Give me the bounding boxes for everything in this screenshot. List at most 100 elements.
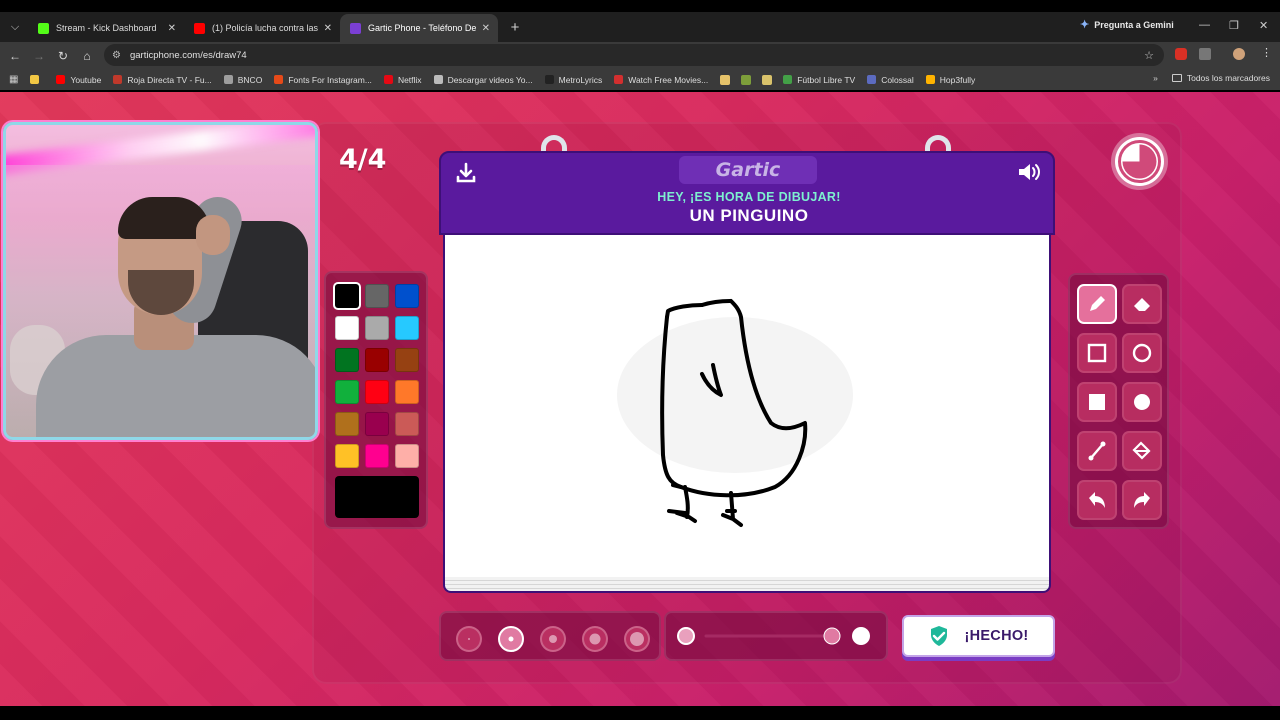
color-swatch[interactable] bbox=[365, 412, 389, 436]
reload-icon[interactable]: ↻ bbox=[51, 49, 75, 63]
profile-avatar[interactable] bbox=[1233, 48, 1245, 60]
color-swatch[interactable] bbox=[395, 284, 419, 308]
site-info-icon[interactable]: ⚙ bbox=[112, 50, 121, 61]
bookmark-item[interactable]: MetroLyrics bbox=[544, 74, 603, 85]
bookmark-favicon-icon bbox=[614, 75, 624, 84]
bookmark-item[interactable]: Fútbol Libre TV bbox=[783, 75, 855, 85]
current-color-preview bbox=[335, 476, 419, 518]
timer-icon bbox=[1118, 140, 1161, 183]
gemini-button[interactable]: ✦ Pregunta a Gemini bbox=[1080, 18, 1174, 31]
bookmark-item[interactable]: Fonts For Instagram... bbox=[274, 75, 372, 85]
bookmark-icon[interactable] bbox=[720, 74, 731, 85]
bucket-fill-tool-button[interactable] bbox=[1122, 431, 1162, 471]
done-button[interactable]: ¡HECHO! bbox=[902, 615, 1055, 657]
rectangle-filled-icon bbox=[1089, 394, 1105, 410]
bookmark-item[interactable]: BNCO bbox=[223, 75, 262, 85]
eraser-tool-button[interactable] bbox=[1122, 284, 1162, 324]
menu-kebab-icon[interactable]: ⋮ bbox=[1261, 46, 1272, 59]
color-swatch[interactable] bbox=[335, 316, 359, 340]
color-swatch[interactable] bbox=[395, 316, 419, 340]
brush-size-button[interactable] bbox=[624, 626, 650, 652]
color-swatch[interactable] bbox=[395, 348, 419, 372]
extensions-puzzle-icon[interactable] bbox=[1199, 48, 1211, 60]
brush-size-dot bbox=[468, 638, 470, 640]
close-window-icon[interactable]: ✕ bbox=[1259, 19, 1268, 32]
brush-size-button[interactable] bbox=[456, 626, 482, 652]
bookmark-label: MetroLyrics bbox=[558, 74, 603, 85]
bookmark-icon[interactable] bbox=[741, 74, 752, 85]
new-tab-button[interactable]: + bbox=[506, 18, 524, 36]
bookmark-item[interactable]: Descargar videos Yo... bbox=[433, 75, 533, 85]
color-swatch[interactable] bbox=[395, 444, 419, 468]
drawing-canvas[interactable] bbox=[443, 235, 1051, 581]
color-swatch[interactable] bbox=[335, 412, 359, 436]
home-icon[interactable]: ⌂ bbox=[75, 49, 99, 63]
ellipse-outline-tool-button[interactable] bbox=[1122, 333, 1162, 373]
apps-grid-icon[interactable]: ▦ bbox=[9, 74, 18, 85]
color-swatch[interactable] bbox=[365, 380, 389, 404]
kick-favicon-icon bbox=[38, 22, 49, 34]
brush-size-button[interactable] bbox=[540, 626, 566, 652]
brush-size-dot bbox=[508, 636, 514, 642]
forward-arrow-icon[interactable]: → bbox=[27, 49, 51, 63]
back-arrow-icon[interactable]: ← bbox=[3, 49, 27, 63]
bookmark-item[interactable] bbox=[30, 75, 44, 84]
bucket-fill-icon bbox=[1132, 441, 1151, 460]
browser-toolbar: ← → ↻ ⌂ ⚙ garticphone.com/es/draw74 ☆ ⋮ bbox=[0, 42, 1280, 69]
bookmark-icon[interactable] bbox=[762, 74, 773, 85]
color-swatch[interactable] bbox=[365, 316, 389, 340]
brush-size-panel bbox=[439, 611, 661, 661]
tab-search-chevron-icon[interactable]: ⌵ bbox=[2, 14, 28, 40]
tab-title: (1) Policía lucha contra las lágri bbox=[212, 23, 318, 33]
undo-button[interactable] bbox=[1077, 480, 1117, 520]
tab-youtube-video[interactable]: (1) Policía lucha contra las lágri ✕ bbox=[184, 14, 340, 42]
speaker-icon[interactable] bbox=[1017, 161, 1043, 183]
tab-close-icon[interactable]: ✕ bbox=[168, 23, 176, 34]
bookmark-favicon-icon bbox=[274, 75, 284, 84]
bookmark-item[interactable]: Watch Free Movies... bbox=[614, 75, 708, 85]
color-swatch[interactable] bbox=[365, 284, 389, 308]
bookmark-item[interactable]: Netflix bbox=[383, 74, 422, 85]
extension-icon[interactable] bbox=[1175, 48, 1187, 60]
color-swatch[interactable] bbox=[365, 348, 389, 372]
opacity-thumb[interactable] bbox=[823, 627, 841, 645]
gartic-favicon-icon bbox=[350, 22, 361, 34]
tab-close-icon[interactable]: ✕ bbox=[482, 23, 490, 34]
ellipse-filled-tool-button[interactable] bbox=[1122, 382, 1162, 422]
color-swatch[interactable] bbox=[365, 444, 389, 468]
brush-size-button[interactable] bbox=[498, 626, 524, 652]
opacity-slider[interactable] bbox=[666, 613, 886, 659]
bookmark-label: Youtube bbox=[70, 74, 102, 85]
tab-gartic-phone[interactable]: Gartic Phone - Teléfono Descon ✕ bbox=[340, 14, 498, 42]
color-swatch[interactable] bbox=[335, 444, 359, 468]
color-swatch[interactable] bbox=[395, 412, 419, 436]
restore-icon[interactable]: ❐ bbox=[1229, 19, 1239, 32]
color-swatch[interactable] bbox=[335, 348, 359, 372]
bookmark-item[interactable]: Hop3fully bbox=[925, 75, 975, 85]
redo-icon bbox=[1134, 492, 1150, 508]
bookmark-label: Watch Free Movies... bbox=[628, 74, 709, 85]
pencil-tool-button[interactable] bbox=[1077, 284, 1117, 324]
redo-button[interactable] bbox=[1122, 480, 1162, 520]
minimize-icon[interactable]: — bbox=[1199, 19, 1210, 31]
color-swatch[interactable] bbox=[335, 284, 359, 308]
all-bookmarks-button[interactable]: » Todos los marcadores bbox=[1153, 73, 1270, 83]
tab-close-icon[interactable]: ✕ bbox=[324, 23, 332, 34]
bookmark-favicon-icon bbox=[223, 75, 233, 84]
webcam-person-hand bbox=[196, 215, 230, 255]
bookmark-item[interactable]: Roja Directa TV - Fu... bbox=[113, 75, 212, 85]
color-swatch[interactable] bbox=[395, 380, 419, 404]
download-icon[interactable] bbox=[454, 161, 478, 185]
rectangle-outline-tool-button[interactable] bbox=[1077, 333, 1117, 373]
bookmark-item[interactable]: Colossal bbox=[867, 75, 914, 85]
webcam-person-body bbox=[36, 335, 315, 437]
tab-kick-dashboard[interactable]: Stream - Kick Dashboard ✕ bbox=[28, 14, 184, 42]
bookmark-item[interactable]: Youtube bbox=[56, 75, 101, 85]
color-swatch[interactable] bbox=[335, 380, 359, 404]
address-bar[interactable]: ⚙ garticphone.com/es/draw74 ☆ bbox=[104, 44, 1164, 66]
bookmark-star-icon[interactable]: ☆ bbox=[1144, 49, 1154, 62]
rectangle-filled-tool-button[interactable] bbox=[1077, 382, 1117, 422]
brush-size-button[interactable] bbox=[582, 626, 608, 652]
bookmark-label: Netflix bbox=[397, 74, 422, 85]
line-tool-button[interactable] bbox=[1077, 431, 1117, 471]
